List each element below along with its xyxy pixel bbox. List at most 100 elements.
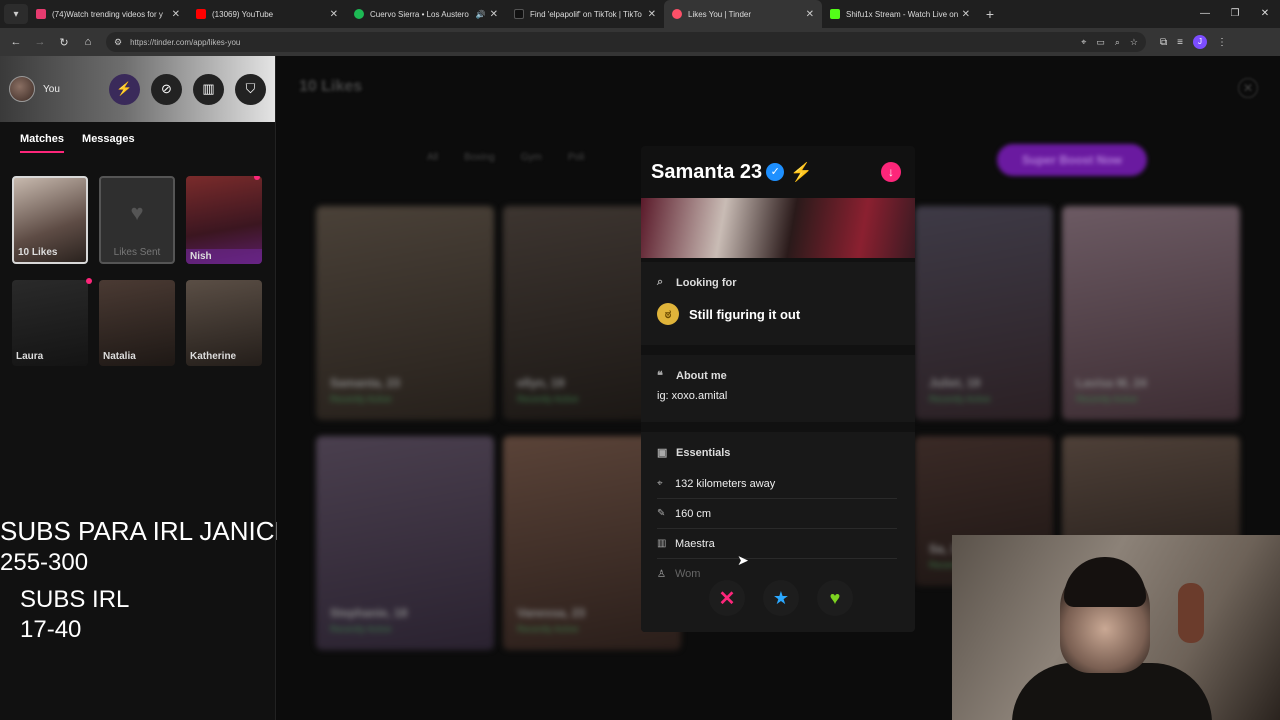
nope-button[interactable]: ✕ [709,580,745,616]
card-name: ellyn, 19 [517,376,565,390]
browser-tab-active[interactable]: Likes You | Tinder ✕ [664,0,822,28]
speaker-icon[interactable]: 🔊 [476,10,486,19]
close-icon[interactable]: ✕ [1238,78,1258,98]
filter-chip[interactable]: All [427,152,438,163]
close-window-icon[interactable]: ✕ [1250,0,1280,28]
like-card[interactable]: Lavisa M, 24 Recently Active [1062,206,1240,420]
match-grid: 10 Likes ♥ Likes Sent Nish Laura Natalia… [12,176,262,366]
streamer-hair [1064,557,1146,607]
profile-name: Samanta 23 [651,160,763,183]
browser-tab-bar: ▾ (74)Watch trending videos for y ✕ (130… [0,0,1280,28]
card-name: Stephanie, 18 [330,606,408,620]
profile-avatar[interactable]: J [1192,35,1207,49]
shield-icon[interactable]: ⛉ [235,73,266,105]
address-bar[interactable]: ⚙ https://tinder.com/app/likes-you ⌖ ▭ ⌕… [106,32,1146,52]
browser-tab[interactable]: Shifu1x Stream - Watch Live on ✕ [822,0,978,28]
filter-bar: All Boxing Gym Poli [427,152,585,163]
tab-title: Find 'elpapolif' on TikTok | TikTo [530,9,642,19]
filter-chip[interactable]: Gym [521,152,542,163]
verified-badge-icon: ✓ [766,163,785,181]
tab-title: (13069) YouTube [212,9,274,19]
card-name: Lavisa M, 24 [1076,376,1147,390]
new-match-dot [254,176,260,180]
super-boost-button[interactable]: Super Boost Now [997,144,1147,176]
cast-icon[interactable]: ▭ [1096,37,1105,48]
site-info-icon[interactable]: ⚙ [114,37,122,48]
browser-tab[interactable]: Cuervo Sierra • Los Austero 🔊 ✕ [346,0,506,28]
tab-close-icon[interactable]: ✕ [172,9,180,20]
like-button[interactable]: ♥ [817,580,853,616]
like-card[interactable]: Juliet, 19 Recently Active [915,206,1053,420]
match-tile[interactable]: Katherine [186,280,262,366]
tiktok-favicon [514,9,524,19]
url-text: https://tinder.com/app/likes-you [130,37,241,47]
filter-chip[interactable]: Boxing [464,152,495,163]
match-name: Katherine [190,351,237,362]
browser-tab[interactable]: Find 'elpapolif' on TikTok | TikTo ✕ [506,0,664,28]
tab-messages[interactable]: Messages [82,133,135,145]
gender-text: Wom [675,568,701,580]
minimize-icon[interactable]: — [1190,0,1220,28]
extensions-icon[interactable]: ⧉ [1160,37,1167,48]
home-icon[interactable]: ⌂ [76,36,100,48]
search-icon: ⌕ [657,276,664,288]
filter-chip[interactable]: Poli [568,152,585,163]
tinder-favicon [672,9,682,19]
restore-icon[interactable]: ❐ [1220,0,1250,28]
media-icon[interactable]: ≡ [1177,37,1183,48]
reload-icon[interactable]: ↻ [52,36,76,49]
mouse-cursor-icon: ➤ [737,552,749,568]
browser-tab[interactable]: (74)Watch trending videos for y ✕ [28,0,188,28]
forward-icon[interactable]: → [28,36,52,48]
overlay-line: 17-40 [20,616,82,643]
match-name: Nish [186,249,262,264]
likes-you-tile[interactable]: 10 Likes [12,176,88,264]
tab-matches[interactable]: Matches [20,133,65,153]
match-tile[interactable]: Nish [186,176,262,264]
boost-icon[interactable]: ⚡ [109,73,140,105]
match-tile[interactable]: Natalia [99,280,175,366]
tab-close-icon[interactable]: ✕ [806,9,814,20]
match-tile[interactable]: Laura [12,280,88,366]
super-like-button[interactable]: ★ [763,580,799,616]
back-icon[interactable]: ← [4,36,28,48]
profile-panel: Samanta 23 ✓ ⚡ ↓ ⌕ Looking for ಠ Still f… [641,146,915,632]
like-card[interactable]: Stephanie, 18 Recently Active [316,436,494,650]
background-figure [1178,583,1204,643]
menu-icon[interactable]: ⋮ [1217,37,1227,48]
user-avatar[interactable] [9,76,35,102]
tab-close-icon[interactable]: ✕ [962,9,970,20]
youtube-favicon [196,9,206,19]
tab-close-icon[interactable]: ✕ [648,9,656,20]
user-label[interactable]: You [43,84,60,95]
tab-search-button[interactable]: ▾ [4,4,28,24]
browser-toolbar: ← → ↻ ⌂ ⚙ https://tinder.com/app/likes-y… [0,28,1280,56]
section-title: About me [676,369,727,382]
like-card[interactable]: Samanta, 23 Recently Active [316,206,494,420]
tab-close-icon[interactable]: ✕ [490,9,498,20]
collapse-down-icon[interactable]: ↓ [881,162,901,182]
likes-sent-tile[interactable]: ♥ Likes Sent [99,176,175,264]
spotify-favicon [354,9,364,19]
job-text: Maestra [675,537,715,550]
card-status: Recently Active [330,394,392,404]
header-icons: ⚡ ⊘ ▥ ⛉ [109,73,266,105]
stream-overlay-text: SUBS PARA IRL JANICE 255-300 SUBS IRL 17… [0,515,292,645]
id-card-icon: ▣ [657,447,668,459]
tab-title: Shifu1x Stream - Watch Live on [846,9,958,19]
section-header: ❝ About me [657,369,899,383]
tab-close-icon[interactable]: ✕ [330,9,338,20]
explore-icon[interactable]: ⊘ [151,73,182,105]
new-tab-button[interactable]: + [978,6,1002,22]
briefcase-icon[interactable]: ▥ [193,73,224,105]
zoom-icon[interactable]: ⌕ [1115,37,1120,48]
browser-tab[interactable]: (13069) YouTube ✕ [188,0,346,28]
location-icon[interactable]: ⌖ [1081,37,1086,48]
looking-for-text: Still figuring it out [689,306,801,322]
card-status: Recently Active [1076,394,1138,404]
bookmark-star-icon[interactable]: ☆ [1130,37,1138,48]
card-name: Vanessa, 23 [517,606,586,620]
profile-header: Samanta 23 ✓ ⚡ ↓ [641,146,915,198]
profile-photo[interactable] [641,198,915,258]
briefcase-icon: ▥ [657,538,667,549]
